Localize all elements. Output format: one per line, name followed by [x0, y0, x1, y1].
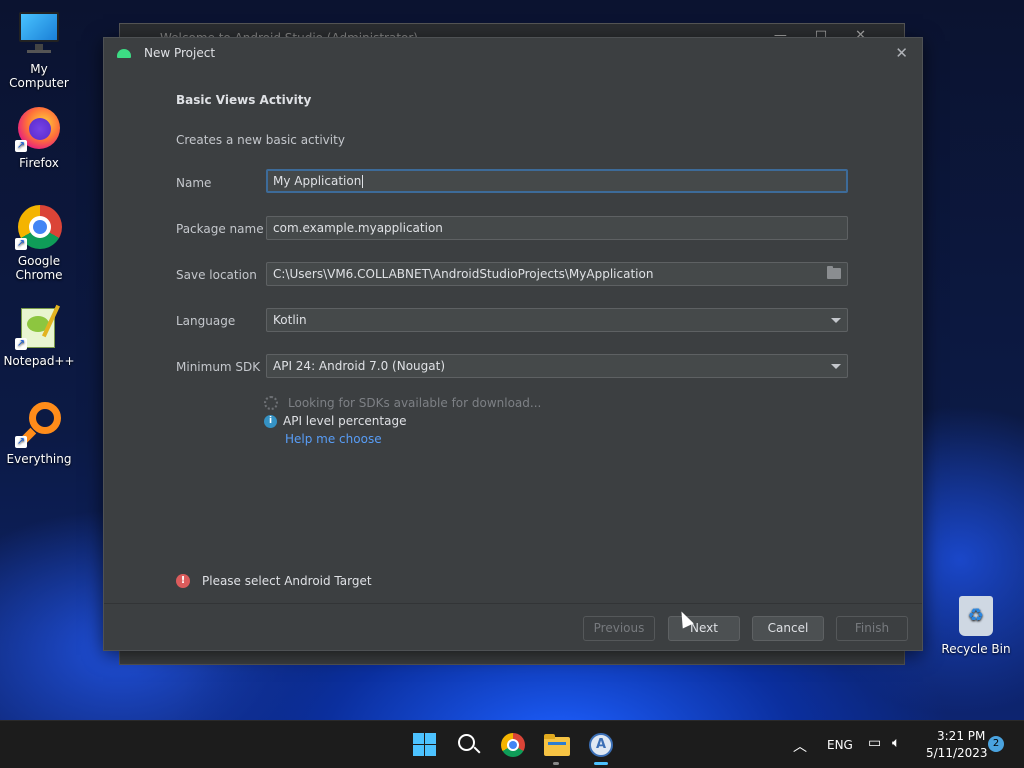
desktop-icon-label: Everything — [6, 452, 72, 466]
chrome-taskbar-icon[interactable] — [499, 731, 527, 759]
notepadpp-icon: ↗ — [15, 302, 63, 350]
desktop-icon-my-computer[interactable]: My Computer — [0, 10, 78, 90]
dialog-titlebar: New Project ✕ — [104, 38, 922, 68]
shortcut-arrow-icon: ↗ — [15, 140, 27, 152]
close-icon[interactable]: ✕ — [895, 44, 908, 62]
clock-time[interactable]: 3:21 PM — [937, 729, 985, 743]
error-message: ! Please select Android Target — [176, 574, 372, 588]
previous-button[interactable]: Previous — [583, 616, 655, 641]
text-caret — [362, 175, 364, 188]
desktop-icon-label: Firefox — [19, 156, 59, 170]
language-value: Kotlin — [273, 313, 307, 327]
notification-badge[interactable]: 2 — [988, 736, 1004, 752]
sdk-loading-status: Looking for SDKs available for download.… — [264, 396, 541, 410]
desktop-icon-label: Google Chrome — [15, 254, 63, 282]
finish-button[interactable]: Finish — [836, 616, 908, 641]
desktop-icon-label: Notepad++ — [3, 354, 75, 368]
language-select[interactable]: Kotlin — [266, 308, 848, 332]
name-label: Name — [176, 176, 212, 190]
package-name-label: Package name — [176, 222, 264, 236]
api-level-line: i API level percentage — [264, 414, 406, 428]
language-indicator[interactable]: ENG — [827, 738, 853, 752]
spinner-icon — [264, 396, 278, 410]
volume-icon[interactable]: 🔈︎ — [892, 735, 900, 751]
save-location-value: C:\Users\VM6.COLLABNET\AndroidStudioProj… — [273, 267, 654, 281]
network-icon[interactable]: ▭ — [868, 735, 881, 751]
desktop-icon-chrome[interactable]: ↗ Google Chrome — [0, 202, 78, 282]
desktop-icon-notepadpp[interactable]: ↗ Notepad++ — [0, 302, 78, 368]
package-name-input[interactable]: com.example.myapplication — [266, 216, 848, 240]
monitor-icon — [15, 10, 63, 58]
minimum-sdk-label: Minimum SDK — [176, 360, 261, 374]
desktop-icon-label: Recycle Bin — [941, 642, 1011, 656]
magnifier-icon: ↗ — [15, 400, 63, 448]
file-explorer-icon[interactable] — [543, 731, 571, 765]
info-icon: i — [264, 414, 277, 428]
minimum-sdk-select[interactable]: API 24: Android 7.0 (Nougat) — [266, 354, 848, 378]
save-location-label: Save location — [176, 268, 257, 282]
language-label: Language — [176, 314, 236, 328]
save-location-input[interactable]: C:\Users\VM6.COLLABNET\AndroidStudioProj… — [266, 262, 848, 286]
chrome-icon: ↗ — [15, 202, 63, 250]
desktop-icon-firefox[interactable]: ↗ Firefox — [0, 104, 78, 170]
footer-divider — [104, 603, 922, 604]
shortcut-arrow-icon: ↗ — [15, 436, 27, 448]
cancel-button[interactable]: Cancel — [752, 616, 824, 641]
dialog-title: New Project — [144, 46, 216, 60]
recycle-bin-icon — [959, 596, 993, 636]
name-input[interactable]: My Application — [266, 169, 848, 193]
desktop-icon-recycle-bin[interactable]: Recycle Bin — [940, 596, 1012, 656]
error-icon: ! — [176, 574, 190, 588]
firefox-icon: ↗ — [15, 104, 63, 152]
chevron-up-icon[interactable]: ︿ — [793, 736, 807, 756]
windows-start-icon[interactable] — [411, 731, 439, 759]
desktop-icon-label: My Computer — [9, 62, 69, 90]
name-input-value: My Application — [273, 174, 362, 188]
clock-date[interactable]: 5/11/2023 — [926, 746, 988, 760]
package-name-value: com.example.myapplication — [273, 221, 443, 235]
desktop-icon-everything[interactable]: ↗ Everything — [0, 400, 78, 466]
folder-icon[interactable] — [827, 266, 841, 279]
android-studio-taskbar-icon[interactable]: A — [587, 731, 615, 765]
new-project-dialog: New Project ✕ Basic Views Activity Creat… — [103, 37, 923, 651]
api-level-text: API level percentage — [283, 414, 407, 428]
help-me-choose-link[interactable]: Help me choose — [285, 432, 382, 446]
error-text: Please select Android Target — [202, 574, 372, 588]
shortcut-arrow-icon: ↗ — [15, 238, 27, 250]
chevron-down-icon — [831, 318, 841, 323]
android-icon — [116, 47, 132, 59]
taskbar: A ︿ ENG ▭ 🔈︎ 3:21 PM 5/11/2023 — [0, 720, 1024, 768]
template-description: Creates a new basic activity — [176, 133, 345, 147]
search-icon[interactable] — [455, 731, 483, 759]
sdk-loading-text: Looking for SDKs available for download.… — [288, 396, 542, 410]
minimum-sdk-value: API 24: Android 7.0 (Nougat) — [273, 359, 445, 373]
template-heading: Basic Views Activity — [176, 93, 312, 107]
chevron-down-icon — [831, 364, 841, 369]
shortcut-arrow-icon: ↗ — [15, 338, 27, 350]
